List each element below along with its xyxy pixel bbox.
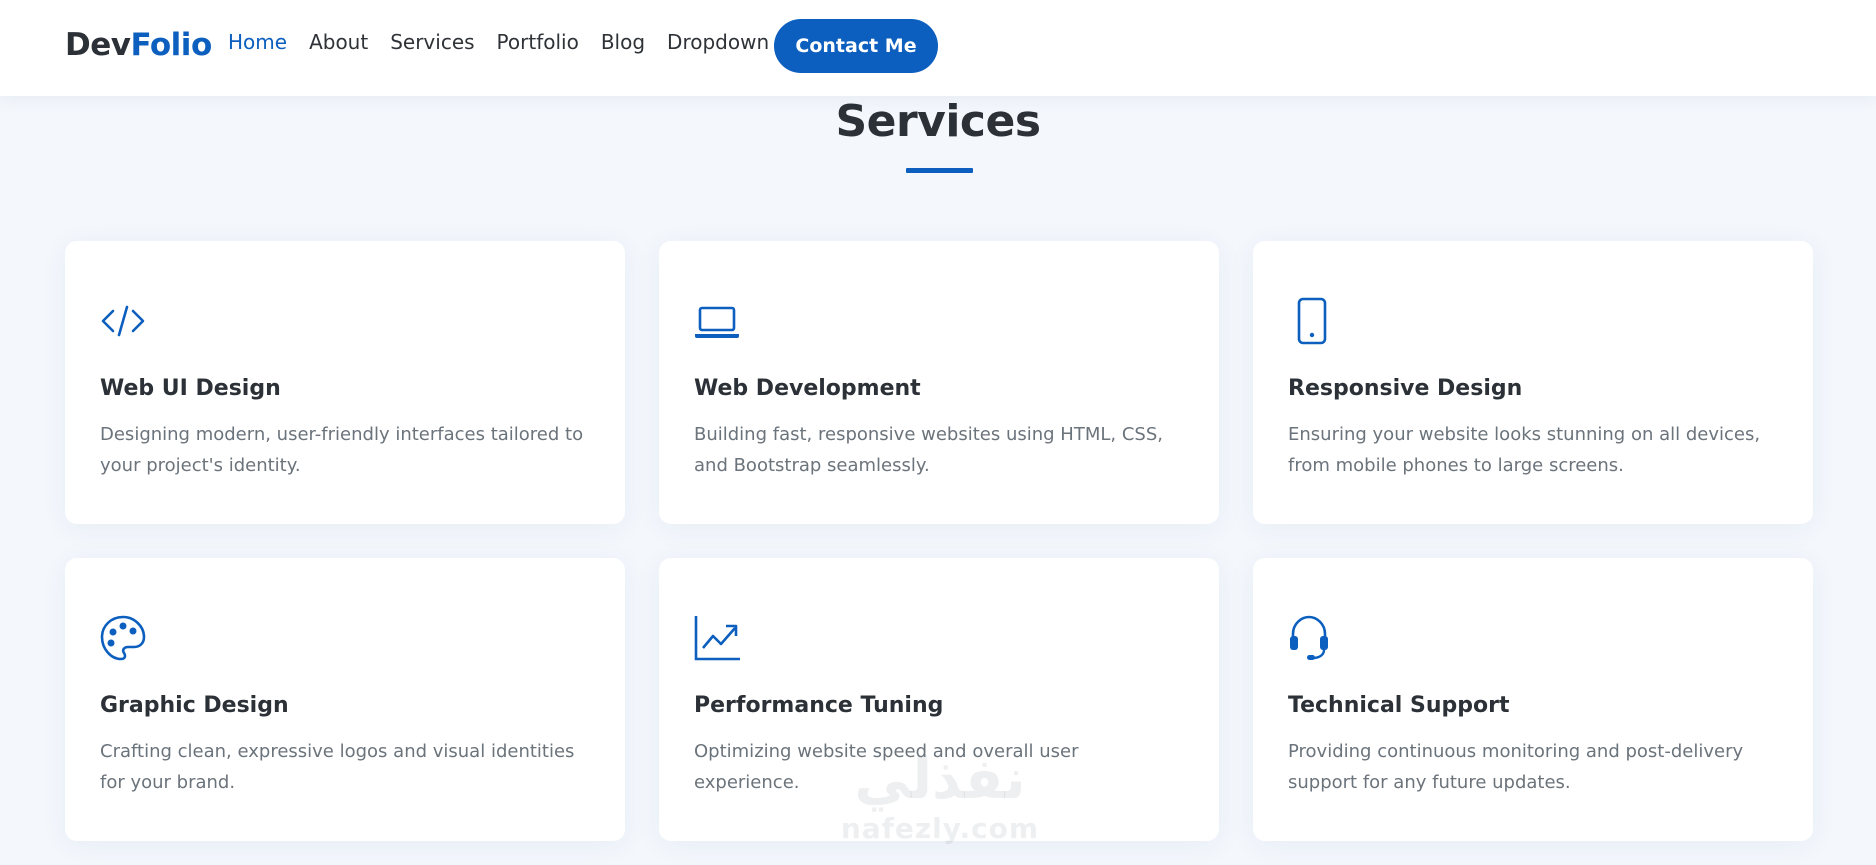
- service-card-graphic[interactable]: Graphic Design Crafting clean, expressiv…: [65, 558, 625, 841]
- nav-blog[interactable]: Blog: [601, 30, 645, 54]
- graph-up-icon: [694, 616, 740, 661]
- watermark: نفذلي nafezly.com: [820, 747, 1060, 846]
- phone-icon: [1297, 297, 1327, 345]
- card-desc: Designing modern, user-friendly interfac…: [100, 424, 584, 476]
- nav-about[interactable]: About: [309, 30, 368, 54]
- code-icon: [101, 305, 145, 337]
- card-desc: Crafting clean, expressive logos and vis…: [100, 741, 575, 793]
- logo-dev: Dev: [65, 27, 131, 63]
- section-title: Services: [835, 96, 1041, 147]
- main-nav: Home About Services Portfolio Blog Dropd…: [228, 30, 813, 54]
- nav-services[interactable]: Services: [390, 30, 474, 54]
- logo-folio: Folio: [130, 27, 212, 63]
- watermark-latin: nafezly.com: [840, 812, 1040, 845]
- nav-dropdown[interactable]: Dropdown: [667, 30, 791, 54]
- card-title: Web Development: [694, 376, 921, 401]
- headset-icon: [1290, 615, 1328, 660]
- service-card-web-dev[interactable]: Web Development Building fast, responsiv…: [659, 241, 1219, 524]
- card-title: Graphic Design: [100, 693, 289, 718]
- palette-icon: [100, 615, 146, 661]
- service-card-responsive[interactable]: Responsive Design Ensuring your website …: [1253, 241, 1813, 524]
- contact-me-button[interactable]: Contact Me: [774, 19, 938, 73]
- service-card-support[interactable]: Technical Support Providing continuous m…: [1253, 558, 1813, 841]
- nav-home[interactable]: Home: [228, 30, 287, 54]
- nav-dropdown-label: Dropdown: [667, 30, 770, 54]
- watermark-arabic: نفذلي: [854, 747, 1026, 812]
- card-desc: Providing continuous monitoring and post…: [1288, 741, 1744, 793]
- card-desc: Building fast, responsive websites using…: [694, 424, 1163, 476]
- card-desc: Ensuring your website looks stunning on …: [1288, 424, 1761, 476]
- card-title: Performance Tuning: [694, 693, 944, 718]
- card-title: Web UI Design: [100, 376, 281, 401]
- title-underline: [906, 168, 973, 173]
- logo[interactable]: DevFolio: [65, 27, 212, 63]
- card-title: Responsive Design: [1288, 376, 1523, 401]
- laptop-icon: [695, 306, 739, 338]
- nav-portfolio[interactable]: Portfolio: [497, 30, 579, 54]
- site-header: DevFolio Home About Services Portfolio B…: [0, 0, 1876, 96]
- card-title: Technical Support: [1288, 693, 1510, 718]
- service-card-web-ui[interactable]: Web UI Design Designing modern, user-fri…: [65, 241, 625, 524]
